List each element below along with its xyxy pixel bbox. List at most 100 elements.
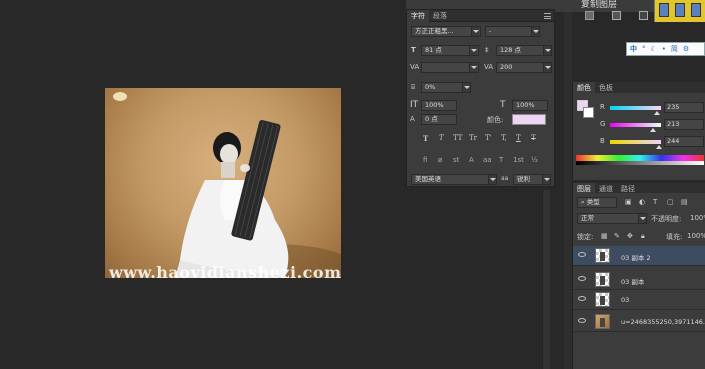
font-family-value: 方正正粗黑... — [415, 27, 454, 35]
adjustment-filter-icon[interactable]: ◐ — [639, 198, 645, 206]
layer-row[interactable]: 03 副本 2 — [573, 246, 705, 266]
swash-button[interactable]: A — [469, 156, 474, 164]
chevron-down-icon[interactable] — [542, 175, 550, 184]
layer-row[interactable]: 03 副本 — [573, 270, 705, 290]
layer-name[interactable]: 03 副本 — [621, 276, 644, 286]
green-value-field[interactable]: 213 — [664, 119, 704, 130]
tab-paragraph[interactable]: 段落 — [429, 10, 451, 22]
vertical-scale-value: 100% — [425, 101, 444, 109]
strikethrough-button[interactable]: T — [531, 134, 536, 142]
new-layer-icon[interactable] — [612, 11, 621, 20]
layer-filter-select[interactable]: ⌕ 类型 — [577, 197, 617, 208]
text-color-swatch[interactable] — [512, 114, 546, 125]
lock-all-icon[interactable]: 🔒︎ — [641, 232, 645, 241]
ime-simplified-toggle[interactable]: 简 — [671, 44, 678, 54]
tab-swatches[interactable]: 色板 — [595, 82, 617, 94]
trash-icon[interactable] — [639, 11, 648, 20]
tab-color[interactable]: 颜色 — [573, 82, 595, 94]
faux-bold-button[interactable]: T — [423, 134, 428, 143]
preset-swatch-2[interactable] — [675, 3, 685, 17]
green-slider[interactable] — [610, 123, 661, 127]
visibility-eye-icon[interactable] — [578, 276, 586, 281]
discretionary-ligature-button[interactable]: st — [453, 156, 459, 164]
baseline-shift-field[interactable]: 0 点 — [421, 114, 457, 125]
language-select[interactable]: 美国英语 — [411, 174, 497, 185]
red-slider-handle[interactable] — [653, 111, 660, 115]
layer-style-icon[interactable] — [585, 11, 594, 20]
lock-transparency-icon[interactable]: ▦ — [601, 232, 608, 240]
small-caps-button[interactable]: Tr — [469, 134, 477, 142]
horizontal-scale-field[interactable]: 100% — [512, 100, 548, 111]
titling-alt-button[interactable]: T — [499, 156, 503, 164]
font-style-value: - — [489, 27, 492, 35]
fill-value[interactable]: 100% — [687, 232, 705, 240]
lock-image-icon[interactable]: ✎ — [614, 232, 620, 240]
vertical-scrollbar[interactable] — [542, 190, 550, 369]
blend-mode-select[interactable]: 正常 — [577, 213, 647, 224]
panel-menu-icon[interactable] — [544, 13, 551, 19]
tab-paths[interactable]: 路径 — [617, 183, 639, 195]
lock-position-icon[interactable]: ✥ — [627, 232, 633, 240]
layer-name[interactable]: 03 — [621, 296, 629, 304]
contextual-alt-button[interactable]: ø — [438, 156, 442, 164]
color-spectrum-ramp[interactable] — [576, 155, 704, 165]
visibility-eye-icon[interactable] — [578, 318, 586, 323]
tool-preset-strip — [654, 0, 705, 22]
chevron-down-icon[interactable] — [543, 46, 551, 55]
chevron-down-icon[interactable] — [462, 83, 470, 92]
visibility-eye-icon[interactable] — [578, 252, 586, 257]
ime-language-toggle[interactable]: 中 — [630, 44, 637, 54]
chevron-down-icon[interactable] — [638, 214, 646, 223]
color-panel-tabs: 颜色 色板 — [573, 82, 705, 94]
ligature-button[interactable]: fi — [423, 156, 427, 164]
red-value-field[interactable]: 235 — [664, 102, 704, 113]
vertical-scale-field[interactable]: 100% — [421, 100, 457, 111]
tab-layers[interactable]: 图层 — [573, 183, 595, 195]
chevron-down-icon[interactable] — [469, 63, 477, 72]
ime-width-toggle[interactable]: • — [662, 45, 666, 53]
shape-filter-icon[interactable]: ▢ — [667, 198, 674, 206]
background-color-swatch[interactable] — [583, 107, 594, 118]
blue-value-field[interactable]: 244 — [664, 136, 704, 147]
layer-row[interactable]: u=2468355250,3971146... — [573, 312, 705, 332]
tab-character[interactable]: 字符 — [407, 9, 429, 22]
chevron-down-icon[interactable] — [471, 27, 479, 36]
blue-slider[interactable] — [610, 140, 661, 144]
tab-channels[interactable]: 通道 — [595, 183, 617, 195]
chevron-down-icon[interactable] — [469, 46, 477, 55]
vertical-scale-icon: IT — [410, 100, 419, 110]
layer-name[interactable]: 03 副本 2 — [621, 252, 651, 262]
green-slider-handle[interactable] — [649, 128, 656, 132]
stylistic-alt-button[interactable]: aa — [483, 156, 492, 164]
chevron-down-icon[interactable] — [531, 27, 539, 36]
moon-shape — [113, 92, 127, 101]
chevron-down-icon[interactable] — [488, 175, 496, 184]
chevron-down-icon[interactable] — [543, 63, 551, 72]
preset-swatch-3[interactable] — [691, 3, 701, 17]
preset-swatch-1[interactable] — [659, 3, 669, 17]
underline-button[interactable]: T — [516, 134, 521, 142]
fractions-button[interactable]: ½ — [531, 156, 538, 164]
layer-name[interactable]: u=2468355250,3971146... — [621, 318, 705, 326]
panel-dock-strip — [564, 0, 572, 369]
red-slider[interactable] — [610, 106, 661, 110]
subscript-button[interactable]: T, — [501, 134, 507, 142]
layer-row[interactable]: 03 — [573, 290, 705, 310]
ime-punctuation-toggle[interactable]: ° — [642, 45, 646, 53]
blue-value: 244 — [667, 137, 680, 145]
color-label: 颜色: — [487, 116, 504, 124]
faux-italic-button[interactable]: T — [439, 134, 444, 142]
pixel-filter-icon[interactable]: ▣ — [625, 198, 632, 206]
superscript-button[interactable]: T' — [485, 134, 492, 142]
figure-thumbnail-mark — [600, 318, 605, 327]
all-caps-button[interactable]: TT — [453, 134, 462, 142]
moon-icon[interactable]: ☾ — [651, 45, 657, 53]
gear-icon[interactable]: ⚙ — [683, 45, 689, 53]
type-filter-icon[interactable]: T — [653, 198, 657, 206]
document-image[interactable]: www.haoyidianshezi.com — [105, 88, 341, 278]
opacity-value[interactable]: 100% — [690, 214, 705, 222]
smart-object-filter-icon[interactable]: ▤ — [681, 198, 688, 206]
ordinals-button[interactable]: 1st — [513, 156, 524, 164]
blue-slider-handle[interactable] — [655, 145, 662, 149]
visibility-eye-icon[interactable] — [578, 296, 586, 301]
